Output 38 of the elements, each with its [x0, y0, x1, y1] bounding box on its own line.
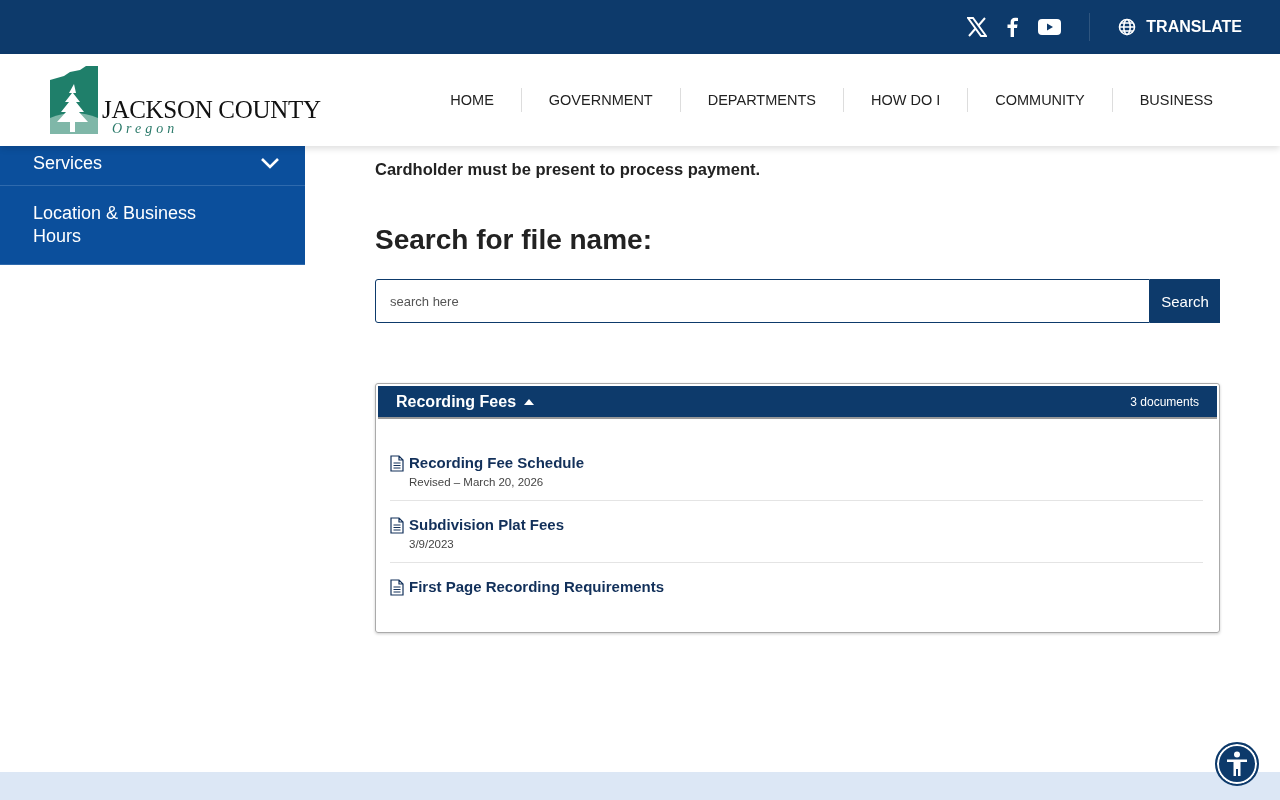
state-name: Oregon [112, 122, 180, 136]
accessibility-icon [1226, 751, 1248, 777]
nav-link[interactable]: HOME [450, 88, 494, 112]
county-logo[interactable]: JACKSON COUNTY Oregon [50, 66, 321, 134]
search-button[interactable]: Search [1150, 279, 1220, 323]
nav-link[interactable]: DEPARTMENTS [679, 88, 843, 112]
globe-icon [1118, 18, 1137, 36]
search-field[interactable]: search here [375, 279, 1150, 323]
nav-link[interactable]: HOW DO I [842, 88, 968, 112]
notice-text: Cardholder must be present to process payment. [375, 159, 762, 180]
x-icon [967, 17, 988, 37]
folder-header[interactable]: Recording Fees 3 documents [378, 386, 1217, 419]
accessibility-button[interactable] [1215, 742, 1259, 786]
document-date: 3/9/2023 [409, 537, 455, 552]
nav-link[interactable]: BUSINESS [1111, 88, 1240, 112]
chevron-down-icon [261, 158, 279, 169]
document-link[interactable]: Subdivision Plat Fees [409, 516, 565, 533]
document-icon [390, 455, 404, 472]
tree-logo-icon [50, 66, 98, 134]
facebook-icon [1007, 17, 1019, 37]
translate-link[interactable]: TRANSLATE [1118, 18, 1242, 36]
document-link[interactable]: Recording Fee Schedule [409, 454, 585, 471]
social-link[interactable] [1007, 17, 1019, 37]
search-heading: Search for file name: [375, 223, 653, 257]
document-date: Revised – March 20, 2026 [409, 475, 545, 490]
sidebar-item[interactable]: Location & Business Hours [0, 186, 305, 265]
nav-link[interactable]: COMMUNITY [967, 88, 1112, 112]
sidebar-item[interactable]: Services [0, 146, 305, 186]
document-count: 3 documents [1130, 394, 1199, 409]
video-play-icon [1038, 19, 1062, 35]
document-link[interactable]: First Page Recording Requirements [409, 578, 665, 595]
nav-link[interactable]: GOVERNMENT [520, 88, 680, 112]
social-link[interactable] [1038, 19, 1062, 35]
document-icon [390, 517, 404, 534]
caret-up-icon [524, 398, 535, 405]
document-icon [390, 579, 404, 596]
county-name: JACKSON COUNTY [102, 97, 321, 122]
social-link[interactable] [967, 17, 988, 37]
